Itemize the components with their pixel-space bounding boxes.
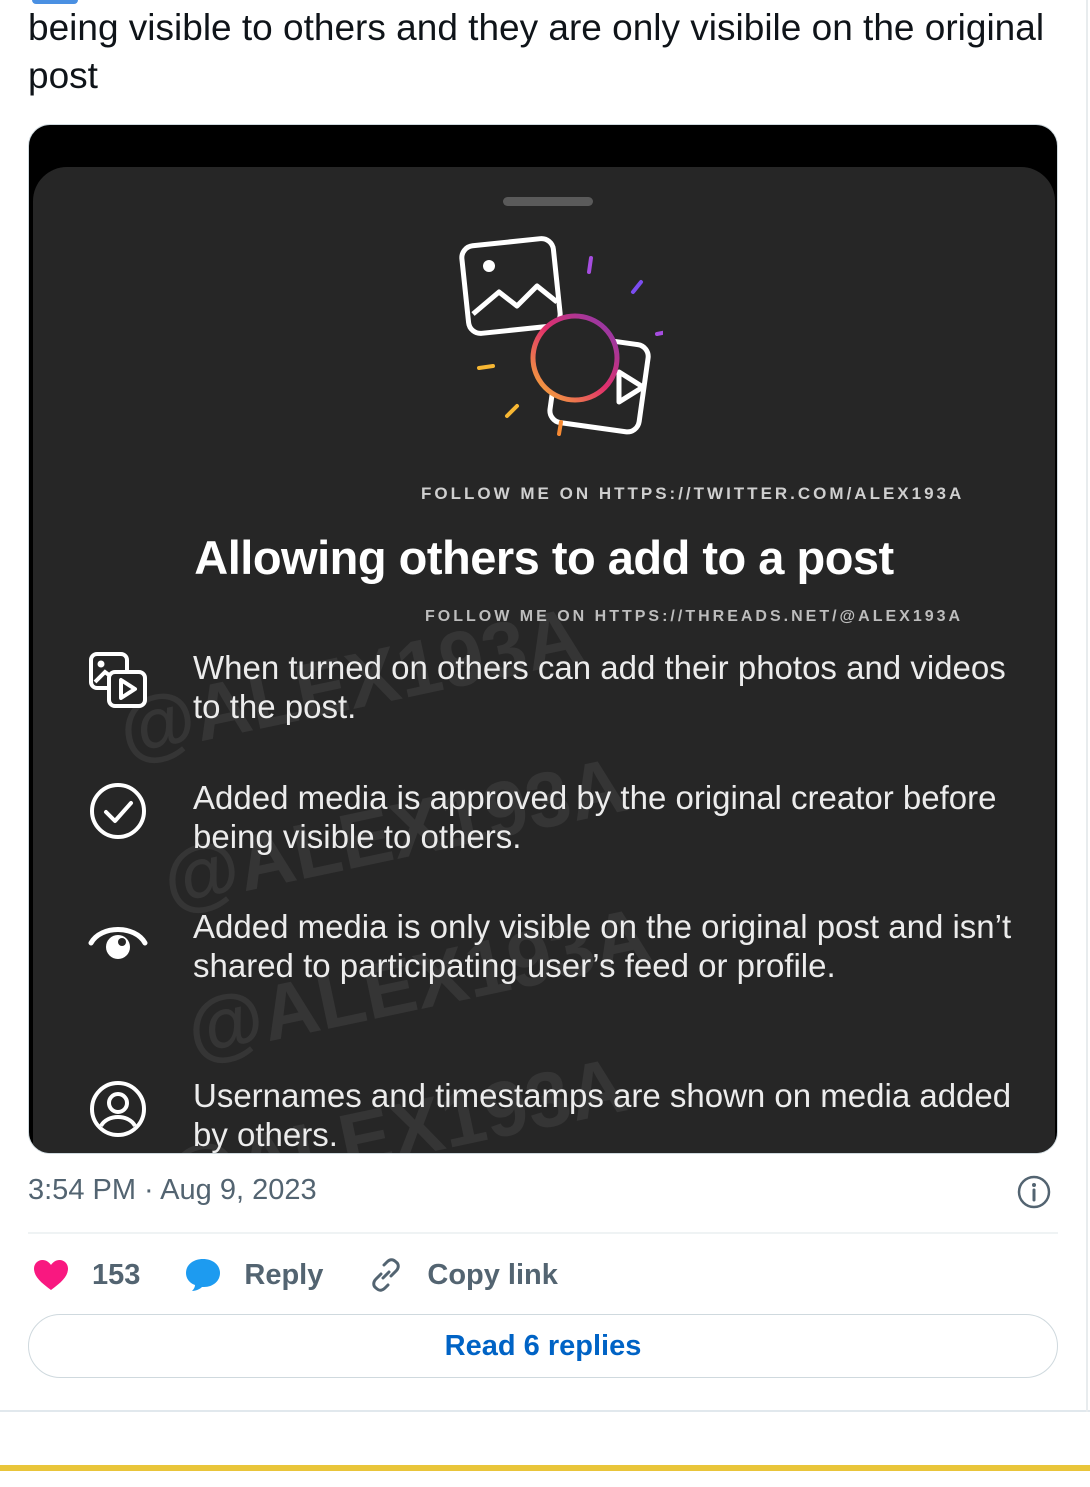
add-media-illustration-icon — [459, 236, 663, 436]
bottom-sheet: FOLLOW ME ON HTTPS://TWITTER.COM/ALEX193… — [33, 167, 1055, 1153]
reply-label: Reply — [244, 1258, 324, 1291]
feature-item: Usernames and timestamps are shown on me… — [85, 1076, 1025, 1153]
card-bottom-border — [0, 1410, 1090, 1412]
divider — [28, 1232, 1058, 1234]
link-icon — [372, 1258, 401, 1292]
feature-text: Added media is only visible on the origi… — [193, 908, 1012, 984]
feature-text: Usernames and timestamps are shown on me… — [193, 1077, 1012, 1153]
feature-item: Added media is only visible on the origi… — [85, 907, 1025, 985]
copy-link-button[interactable]: Copy link — [367, 1256, 558, 1294]
info-icon[interactable] — [1016, 1174, 1052, 1210]
tweet-text: being visible to others and they are onl… — [28, 7, 1045, 96]
media-add-icon — [85, 648, 151, 714]
check-circle-icon — [85, 778, 151, 844]
feature-item: Added media is approved by the original … — [85, 778, 1025, 856]
sheet-title: Allowing others to add to a post — [194, 531, 894, 584]
tweet-actions: 153 Reply Copy link — [32, 1252, 602, 1298]
like-button[interactable]: 153 — [32, 1258, 140, 1292]
feature-text: Added media is approved by the original … — [193, 779, 997, 855]
user-circle-icon — [85, 1076, 151, 1142]
reply-button[interactable]: Reply — [184, 1257, 323, 1293]
feature-text: When turned on others can add their phot… — [193, 649, 1006, 725]
card-right-border — [1086, 0, 1088, 1412]
accent-separator — [0, 1465, 1090, 1471]
feature-item: When turned on others can add their phot… — [85, 648, 1025, 726]
tweet-embed: being visible to others and they are onl… — [0, 0, 1090, 1487]
watermark-twitter: FOLLOW ME ON HTTPS://TWITTER.COM/ALEX193… — [421, 484, 965, 503]
sheet-grab-handle — [503, 197, 593, 206]
tweet-timestamp[interactable]: 3:54 PM · Aug 9, 2023 — [28, 1174, 317, 1207]
like-count: 153 — [92, 1258, 141, 1291]
eye-icon — [85, 907, 151, 973]
watermark-threads: FOLLOW ME ON HTTPS://THREADS.NET/@ALEX19… — [425, 608, 964, 625]
speech-bubble-icon — [186, 1259, 221, 1291]
heart-icon — [34, 1260, 68, 1290]
copy-link-label: Copy link — [427, 1258, 558, 1291]
tweet-media-image[interactable]: FOLLOW ME ON HTTPS://TWITTER.COM/ALEX193… — [28, 124, 1058, 1154]
read-replies-button[interactable]: Read 6 replies — [28, 1314, 1058, 1378]
